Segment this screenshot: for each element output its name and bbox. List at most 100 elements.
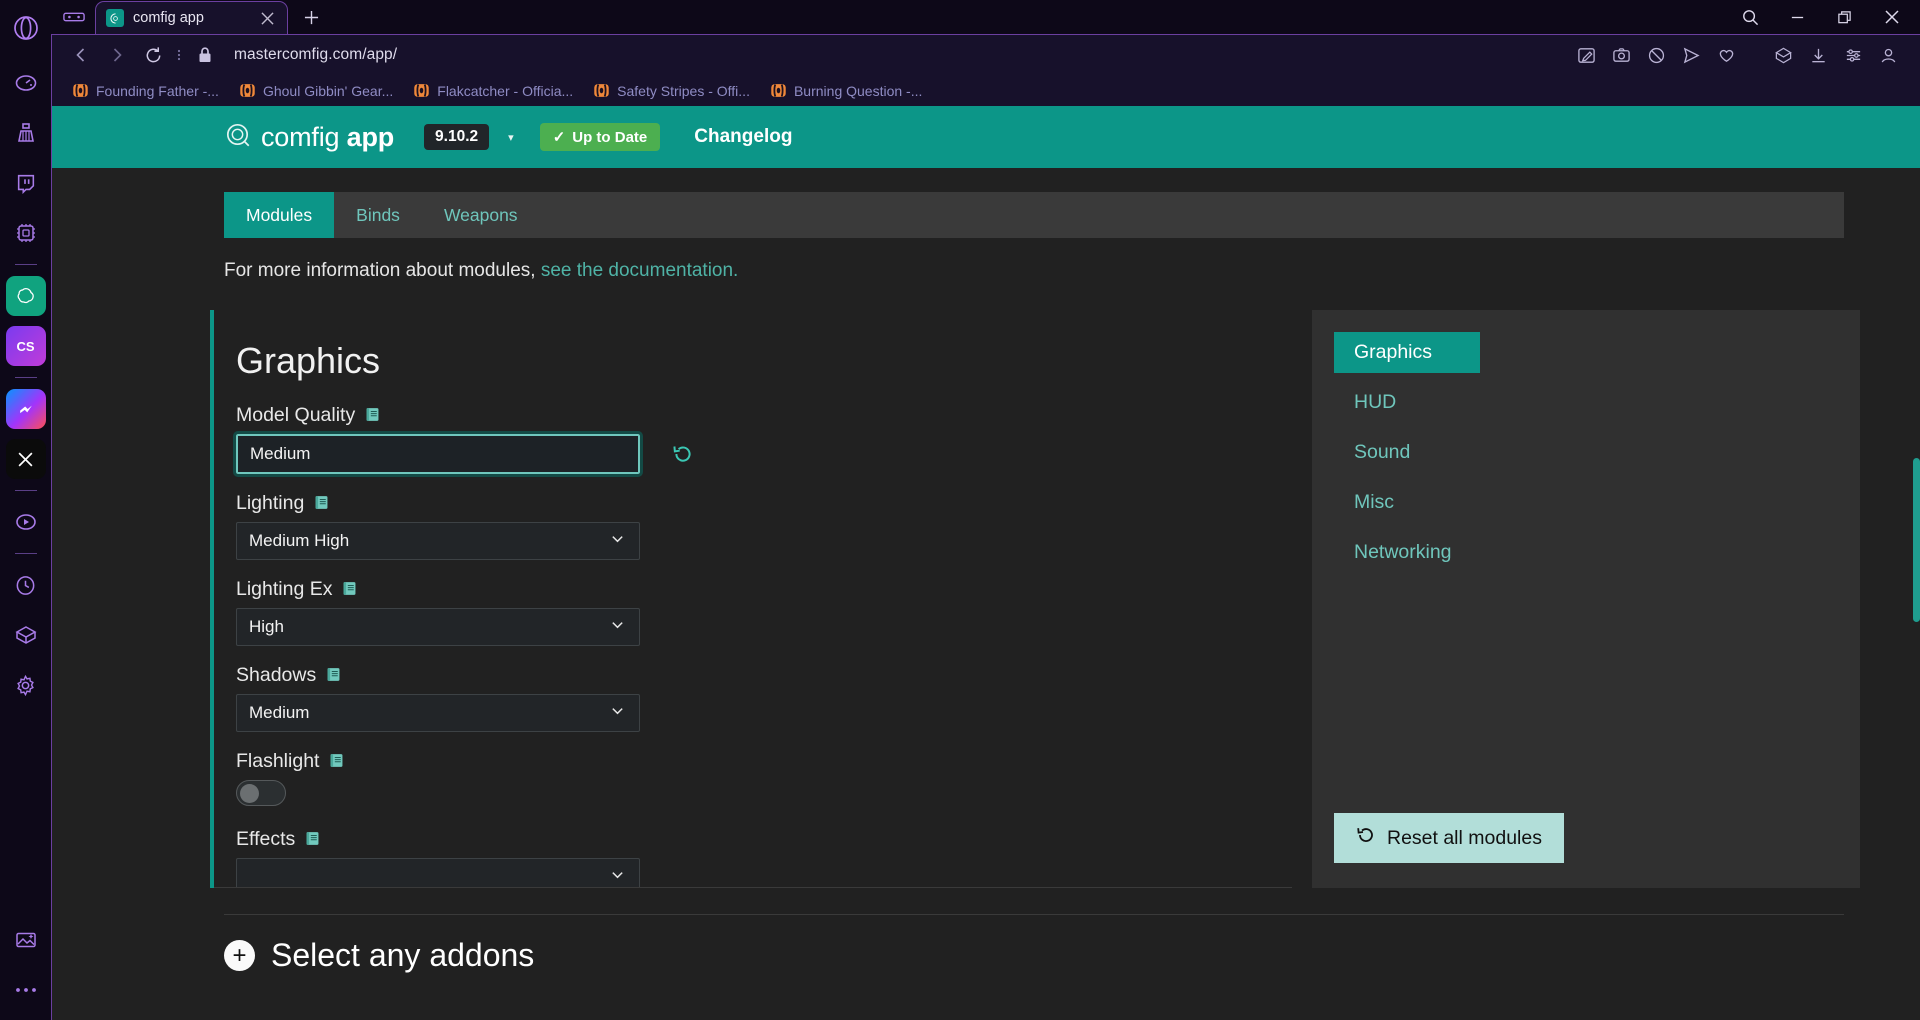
reload-icon[interactable] (136, 40, 170, 70)
select-model-quality[interactable]: Medium (233, 431, 643, 477)
version-badge[interactable]: 9.10.2 (424, 124, 490, 150)
documentation-note-text: For more information about modules, (224, 260, 541, 281)
brand-text: comfig app (261, 122, 394, 153)
side-nav-item-networking[interactable]: Networking (1334, 532, 1480, 573)
book-icon[interactable] (325, 666, 342, 686)
history-icon[interactable] (6, 565, 46, 605)
chevron-down-icon (610, 617, 625, 637)
select-lighting-ex[interactable]: High (236, 608, 640, 646)
nav-gap (1334, 423, 1860, 432)
book-icon[interactable] (304, 830, 321, 850)
side-nav-item-sound[interactable]: Sound (1334, 432, 1480, 473)
bookmark-item[interactable]: Founding Father -... (64, 79, 227, 102)
window-controls (1728, 0, 1920, 34)
addons-section[interactable]: + Select any addons (224, 937, 1920, 974)
bookmark-label: Burning Question -... (793, 82, 923, 99)
bookmark-item[interactable]: Flakcatcher - Officia... (405, 79, 581, 102)
speed-dial-icon[interactable] (6, 63, 46, 103)
field-label: Lighting Ex (236, 578, 1292, 601)
divider (224, 914, 1844, 915)
cleaner-icon[interactable] (6, 113, 46, 153)
side-nav-item-hud[interactable]: HUD (1334, 382, 1480, 423)
profile-icon[interactable] (1874, 41, 1902, 69)
settings-gear-icon[interactable] (6, 665, 46, 705)
select-shadows[interactable]: Medium (236, 694, 640, 732)
nav-gap (1334, 373, 1860, 382)
browser-tab[interactable]: comfig app (95, 1, 288, 34)
restore-icon[interactable] (1822, 0, 1867, 34)
edit-note-icon[interactable] (1572, 41, 1600, 69)
field-label: Flashlight (236, 750, 1292, 773)
reset-all-modules-label: Reset all modules (1386, 826, 1542, 849)
bookmark-item[interactable]: Safety Stripes - Offi... (585, 79, 758, 102)
url-input[interactable]: mastercomfig.com/app/ (234, 46, 1570, 64)
select-lighting[interactable]: Medium High (236, 522, 640, 560)
tab-modules[interactable]: Modules (224, 192, 335, 238)
twitch-icon[interactable] (6, 163, 46, 203)
documentation-note: For more information about modules, see … (224, 260, 1920, 282)
rail-separator (14, 264, 37, 265)
chevron-down-icon[interactable]: ▾ (508, 131, 514, 144)
minimize-icon[interactable] (1775, 0, 1820, 34)
lock-icon[interactable] (188, 40, 222, 70)
browser-chrome: mastercomfig.com/app/ Founding Father -.… (51, 34, 1920, 1020)
search-icon[interactable] (1728, 0, 1773, 34)
page-scrollbar[interactable] (1913, 106, 1920, 1020)
close-icon[interactable] (257, 8, 277, 28)
settings-fields: Model Quality Medium Lighting Medium High Li… (233, 404, 1292, 888)
book-icon[interactable] (313, 494, 330, 514)
messenger-icon[interactable] (5, 389, 46, 429)
back-icon[interactable] (64, 40, 98, 70)
tf2-icon (593, 82, 610, 99)
status-badge: ✓ Up to Date (539, 123, 661, 151)
bookmark-item[interactable]: Burning Question -... (762, 79, 930, 102)
rail-separator (14, 377, 37, 378)
chatgpt-icon[interactable] (5, 276, 46, 316)
forward-icon[interactable] (100, 40, 134, 70)
side-nav-item-graphics[interactable]: Graphics (1333, 332, 1480, 373)
sliders-icon[interactable] (1839, 41, 1867, 69)
address-bar-actions (1572, 41, 1908, 69)
send-icon[interactable] (1677, 41, 1705, 69)
toggle-flashlight[interactable] (236, 780, 286, 806)
book-icon[interactable] (341, 580, 358, 600)
ad-block-icon[interactable] (1642, 41, 1670, 69)
close-icon[interactable] (1869, 0, 1914, 34)
player-icon[interactable] (6, 502, 46, 542)
new-tab-button[interactable] (294, 0, 328, 34)
more-icon[interactable] (6, 970, 46, 1010)
tab-weapons[interactable]: Weapons (422, 192, 540, 238)
book-icon[interactable] (328, 752, 345, 772)
module-tabs: Modules Binds Weapons (224, 192, 1844, 238)
scrollbar-thumb[interactable] (1913, 458, 1920, 622)
cube-icon[interactable] (1769, 41, 1797, 69)
select-effects[interactable] (236, 858, 640, 888)
documentation-link[interactable]: see the documentation. (541, 260, 739, 281)
tab-binds[interactable]: Binds (334, 192, 422, 238)
screenshot-icon[interactable] (1607, 41, 1635, 69)
bookmark-item[interactable]: Ghoul Gibbin' Gear... (231, 79, 401, 102)
book-icon[interactable] (364, 406, 381, 426)
select-value: Medium (250, 444, 311, 463)
reset-field-icon[interactable] (670, 441, 696, 467)
opera-logo-icon[interactable] (6, 8, 46, 48)
tab-list-icon[interactable] (53, 0, 95, 34)
reset-all-modules-button[interactable]: Reset all modules (1333, 813, 1564, 863)
side-nav-item-misc[interactable]: Misc (1334, 482, 1480, 523)
select-value: Medium (249, 703, 310, 722)
side-nav-panel: Graphics HUD Sound Misc Networking Reset all… (1311, 310, 1860, 888)
brand[interactable]: comfig app (224, 121, 394, 153)
box-icon[interactable] (6, 615, 46, 655)
aria-chip-icon[interactable] (6, 213, 46, 253)
heart-icon[interactable] (1712, 41, 1740, 69)
comfig-logo-icon (106, 9, 124, 27)
status-badge-label: Up to Date (572, 128, 648, 146)
cs-icon[interactable]: CS (5, 326, 46, 366)
download-icon[interactable] (1804, 41, 1832, 69)
field-label: Model Quality (236, 404, 1292, 427)
x-twitter-icon[interactable] (5, 439, 46, 479)
bookmarks-bar: Founding Father -... Ghoul Gibbin' Gear..… (52, 75, 1920, 106)
changelog-link[interactable]: Changelog (694, 126, 792, 148)
field-label-text: Lighting (236, 492, 305, 514)
gallery-icon[interactable] (6, 920, 46, 960)
